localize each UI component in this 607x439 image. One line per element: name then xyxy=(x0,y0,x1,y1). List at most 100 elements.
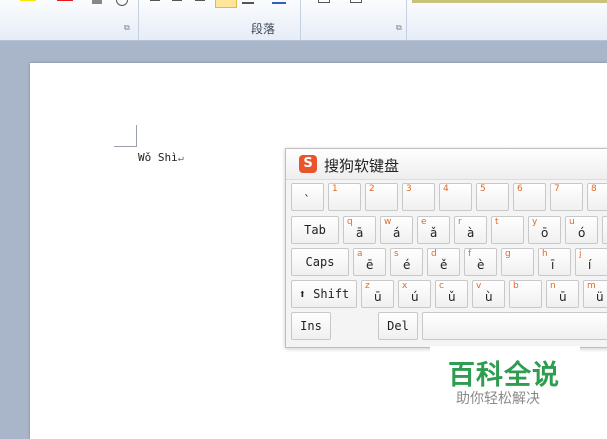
key-shortcut-label: 2 xyxy=(369,184,375,194)
key-char-label: ō xyxy=(541,226,549,240)
key-tab[interactable]: Tab xyxy=(291,216,339,244)
key-char-label: ī xyxy=(551,258,555,272)
key-label: Caps xyxy=(305,255,335,269)
shading-icon xyxy=(92,0,102,4)
keyboard-title-bar[interactable]: S 搜狗软键盘 xyxy=(286,149,607,180)
key-char-label: ē xyxy=(366,258,374,272)
line-spacing-button[interactable] xyxy=(242,0,256,6)
ribbon: 段落 ⧉ ⧉ xyxy=(0,0,607,41)
key-del[interactable]: Del xyxy=(378,312,418,340)
key-char-label: ù xyxy=(485,290,493,304)
key-shortcut-label: y xyxy=(532,217,538,227)
key-4[interactable]: 4 xyxy=(439,183,472,211)
align-right-button[interactable] xyxy=(195,0,207,6)
key-shortcut-label: g xyxy=(505,249,511,259)
key-2[interactable]: 2 xyxy=(365,183,398,211)
key-shortcut-label: 6 xyxy=(517,184,523,194)
red-swatch-icon xyxy=(57,0,73,1)
highlight-color-button[interactable] xyxy=(18,0,40,6)
key-shortcut-label: a xyxy=(357,249,363,259)
key-6[interactable]: 6 xyxy=(513,183,546,211)
key-char-label: ū xyxy=(559,290,567,304)
key-7[interactable]: 7 xyxy=(550,183,583,211)
key-j[interactable]: jí xyxy=(575,248,607,276)
key-shift[interactable]: ⬆ Shift xyxy=(291,280,357,308)
align-right-icon xyxy=(195,0,205,1)
borders-button[interactable] xyxy=(318,0,330,6)
margin-corner-mark xyxy=(136,125,137,147)
key-caps[interactable]: Caps xyxy=(291,248,349,276)
ribbon-separator xyxy=(138,0,139,40)
key-label: Del xyxy=(387,319,409,333)
table-button[interactable] xyxy=(350,0,362,6)
ribbon-separator xyxy=(406,0,407,40)
paragraph-mark-icon: ↵ xyxy=(177,153,184,164)
key-3[interactable]: 3 xyxy=(402,183,435,211)
key-shortcut-label: 7 xyxy=(554,184,560,194)
ribbon-group-label-paragraph: 段落 xyxy=(251,22,276,36)
justify-button[interactable] xyxy=(215,0,237,8)
key-v[interactable]: vù xyxy=(472,280,505,308)
key-f[interactable]: fè xyxy=(464,248,497,276)
key-char-label: ě xyxy=(440,258,448,272)
margin-corner-mark xyxy=(114,146,136,147)
key-shortcut-label: r xyxy=(458,217,462,227)
align-center-button[interactable] xyxy=(172,0,184,6)
key-8[interactable]: 8 xyxy=(587,183,607,211)
key-shortcut-label: n xyxy=(550,281,556,291)
key-blank[interactable]: ` xyxy=(291,183,324,211)
soft-keyboard-window[interactable]: S 搜狗软键盘 ` 1 2 3 4 5 6 7 8 Tab q ā w á e ǎ r à t y ō u ó Caps a ē s… xyxy=(285,148,607,348)
key-e[interactable]: eǎ xyxy=(417,216,450,244)
key-x[interactable]: xú xyxy=(398,280,431,308)
align-left-button[interactable] xyxy=(150,0,162,6)
key-c[interactable]: cǔ xyxy=(435,280,468,308)
key-shortcut-label: 5 xyxy=(480,184,486,194)
key-5[interactable]: 5 xyxy=(476,183,509,211)
circle-char-icon xyxy=(116,0,128,6)
key-s[interactable]: sé xyxy=(390,248,423,276)
key-shortcut-label: w xyxy=(384,217,392,227)
key-y[interactable]: yō xyxy=(528,216,561,244)
key-t[interactable]: t xyxy=(491,216,524,244)
key-1[interactable]: 1 xyxy=(328,183,361,211)
enclose-char-button[interactable] xyxy=(116,0,130,6)
table-grid-icon xyxy=(350,0,362,3)
key-shortcut-label: 1 xyxy=(332,184,338,194)
key-shortcut-label: t xyxy=(495,217,499,227)
key-g[interactable]: g xyxy=(501,248,534,276)
key-shortcut-label: c xyxy=(439,281,444,291)
key-m[interactable]: mü xyxy=(583,280,607,308)
borders-icon xyxy=(318,0,330,3)
key-blank[interactable] xyxy=(602,216,607,244)
key-char-label: é xyxy=(403,258,411,272)
key-shortcut-label: u xyxy=(569,217,575,227)
key-char-label: ú xyxy=(411,290,419,304)
key-label: Ins xyxy=(300,319,322,333)
key-label: ⬆ Shift xyxy=(298,287,350,301)
key-ins[interactable]: Ins xyxy=(291,312,331,340)
key-h[interactable]: hī xyxy=(538,248,571,276)
key-z[interactable]: zū xyxy=(361,280,394,308)
dialog-launcher-icon[interactable]: ⧉ xyxy=(396,24,404,32)
key-n[interactable]: nū xyxy=(546,280,579,308)
document-text[interactable]: Wǒ Shì↵ xyxy=(138,151,184,164)
key-char-label: ü xyxy=(596,290,604,304)
key-w[interactable]: wá xyxy=(380,216,413,244)
char-shading-button[interactable] xyxy=(92,0,104,6)
styles-gallery[interactable] xyxy=(412,0,607,3)
font-color-button[interactable] xyxy=(55,0,77,6)
key-label: Tab xyxy=(304,223,326,237)
key-shortcut-label: e xyxy=(421,217,427,227)
shading-button[interactable] xyxy=(272,0,292,6)
key-q[interactable]: qā xyxy=(343,216,376,244)
key-a[interactable]: aē xyxy=(353,248,386,276)
key-b[interactable]: b xyxy=(509,280,542,308)
align-center-icon xyxy=(172,0,182,1)
dialog-launcher-icon[interactable]: ⧉ xyxy=(124,24,132,32)
key-d[interactable]: dě xyxy=(427,248,460,276)
key-space[interactable] xyxy=(422,312,607,340)
key-char-label: ó xyxy=(578,226,586,240)
key-u[interactable]: uó xyxy=(565,216,598,244)
key-char-label: á xyxy=(393,226,401,240)
key-r[interactable]: rà xyxy=(454,216,487,244)
